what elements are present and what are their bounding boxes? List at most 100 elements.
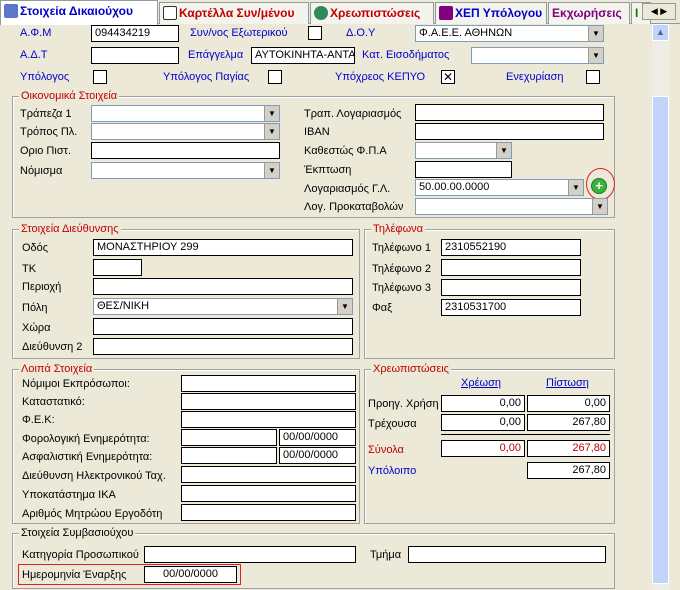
- pistosi-header[interactable]: Πίστωση: [546, 377, 589, 389]
- asfalistiki-date[interactable]: 00/00/0000: [279, 447, 356, 464]
- tab-bar: Στοιχεία Δικαιούχου Καρτέλλα Συν/μένου Χ…: [0, 0, 680, 25]
- afm-field[interactable]: 094434219: [91, 25, 179, 42]
- log-gl-select[interactable]: 50.00.00.0000 ▼: [415, 179, 584, 196]
- perioxi-label: Περιοχή: [22, 281, 62, 293]
- vertical-scrollbar[interactable]: ▲: [652, 24, 669, 590]
- proig-xreosi-value[interactable]: 0,00: [441, 395, 525, 412]
- symvasiouxou-title: Στοιχεία Συμβασιούχου: [19, 527, 136, 539]
- asfalistiki-field[interactable]: [181, 447, 277, 464]
- t2-field[interactable]: [441, 259, 581, 276]
- book-icon: [439, 6, 453, 20]
- t2-label: Τηλέφωνο 2: [372, 263, 431, 275]
- orio-field[interactable]: [91, 142, 280, 159]
- epaggelma-label: Επάγγελμα: [188, 49, 244, 61]
- kat-eisodimatos-select[interactable]: ▼: [471, 47, 604, 64]
- chevron-down-icon[interactable]: ▼: [496, 143, 511, 158]
- poli-select[interactable]: ΘΕΣ/ΝΙΚΗ ▼: [93, 298, 353, 315]
- synola-label: Σύνολα: [368, 444, 404, 456]
- mitroo-field[interactable]: [181, 504, 356, 521]
- ypologos-label: Υπόλογος: [20, 71, 70, 83]
- tab-scroll-buttons[interactable]: ◀ ▶: [642, 3, 676, 20]
- chevron-down-icon[interactable]: ▼: [588, 48, 603, 63]
- kat-eisodimatos-label: Κατ. Εισοδήματος: [362, 49, 450, 61]
- forologiki-label: Φορολογική Ενημερότητα:: [22, 433, 150, 445]
- kepyo-checkbox[interactable]: ✕: [441, 70, 455, 84]
- xora-label: Χώρα: [22, 322, 51, 334]
- email-label: Διεύθυνση Ηλεκτρονικού Ταχ.: [22, 470, 166, 482]
- nomimoi-field[interactable]: [181, 375, 356, 392]
- perioxi-field[interactable]: [93, 278, 353, 295]
- synola-pistosi-value[interactable]: 267,80: [527, 440, 610, 457]
- synola-xreosi-value[interactable]: 0,00: [441, 440, 525, 457]
- trap-log-field[interactable]: [415, 104, 604, 121]
- tmima-field[interactable]: [408, 546, 606, 563]
- log-prok-select[interactable]: ▼: [415, 198, 608, 215]
- enexyriasi-label: Ενεχυρίαση: [506, 71, 564, 83]
- xora-field[interactable]: [93, 318, 353, 335]
- epaggelma-field[interactable]: ΑΥΤΟΚΙΝΗΤΑ-ΑΝΤΑΛΛ: [251, 47, 355, 64]
- people-icon: [4, 4, 18, 18]
- ypologos-checkbox[interactable]: [93, 70, 107, 84]
- t3-field[interactable]: [441, 279, 581, 296]
- afm-label: Α.Φ.Μ: [20, 27, 52, 39]
- fek-field[interactable]: [181, 411, 356, 428]
- enarxi-date-field[interactable]: 00/00/0000: [144, 566, 237, 583]
- kepyo-label: Υπόχρεος ΚΕΠΥΟ: [335, 71, 426, 83]
- log-prok-label: Λογ. Προκαταβολών: [304, 201, 404, 213]
- katastatiko-field[interactable]: [181, 393, 356, 410]
- chevron-down-icon[interactable]: ▼: [264, 124, 279, 139]
- ypoloipo-value[interactable]: 267,80: [527, 462, 610, 479]
- proig-pistosi-value[interactable]: 0,00: [527, 395, 610, 412]
- ypoloipo-label: Υπόλοιπο: [368, 465, 417, 477]
- chevron-down-icon[interactable]: ▼: [592, 199, 607, 214]
- chevron-down-icon[interactable]: ▼: [264, 106, 279, 121]
- t3-label: Τηλέφωνο 3: [372, 282, 431, 294]
- tk-field[interactable]: [93, 259, 142, 276]
- tab-xreopistoseis[interactable]: Χρεωπιστώσεις: [310, 2, 434, 24]
- dieyth2-field[interactable]: [93, 338, 353, 355]
- syn-ext-checkbox[interactable]: [308, 26, 322, 40]
- tab-kartella[interactable]: Καρτέλλα Συν/μένου: [159, 2, 309, 24]
- adt-label: Α.Δ.Τ: [20, 49, 48, 61]
- tmima-label: Τμήμα: [370, 549, 402, 561]
- chevron-down-icon[interactable]: ▼: [337, 299, 352, 314]
- chevron-down-icon[interactable]: ▼: [264, 163, 279, 178]
- xreosi-header[interactable]: Χρέωση: [461, 377, 501, 389]
- trapeza-select[interactable]: ▼: [91, 105, 280, 122]
- fax-field[interactable]: 2310531700: [441, 299, 581, 316]
- fpa-select[interactable]: ▼: [415, 142, 512, 159]
- t1-field[interactable]: 2310552190: [441, 239, 581, 256]
- trexousa-pistosi-value[interactable]: 267,80: [527, 414, 610, 431]
- tilefona-title: Τηλέφωνα: [371, 223, 426, 235]
- email-field[interactable]: [181, 466, 356, 483]
- forologiki-field[interactable]: [181, 429, 277, 446]
- tropos-label: Τρόπος Πλ.: [20, 126, 78, 138]
- divider: [441, 434, 610, 435]
- scroll-up-button[interactable]: ▲: [652, 24, 669, 41]
- trapeza-label: Τράπεζα 1: [20, 108, 72, 120]
- katigoria-field[interactable]: [144, 546, 356, 563]
- forologiki-date[interactable]: 00/00/0000: [279, 429, 356, 446]
- trexousa-xreosi-value[interactable]: 0,00: [441, 414, 525, 431]
- globe-icon: [314, 6, 328, 20]
- tab-xep-ypologou[interactable]: ΧΕΠ Υπόλογου: [435, 2, 547, 24]
- nomisma-select[interactable]: ▼: [91, 162, 280, 179]
- ika-field[interactable]: [181, 485, 356, 502]
- adt-field[interactable]: [91, 47, 179, 64]
- ypologos-pagias-checkbox[interactable]: [268, 70, 282, 84]
- add-account-button[interactable]: +: [591, 178, 607, 194]
- enexyriasi-checkbox[interactable]: [586, 70, 600, 84]
- chevron-down-icon[interactable]: ▼: [588, 26, 603, 41]
- tab-stoixeia-dikaioyxoy[interactable]: Στοιχεία Δικαιούχου: [0, 0, 158, 25]
- chevron-down-icon[interactable]: ▼: [568, 180, 583, 195]
- iban-field[interactable]: [415, 123, 604, 140]
- scrollbar-thumb[interactable]: [652, 96, 669, 584]
- odos-field[interactable]: ΜΟΝΑΣΤΗΡΙΟΥ 299: [93, 239, 353, 256]
- tropos-select[interactable]: ▼: [91, 123, 280, 140]
- ekptosi-label: Έκπτωση: [304, 164, 352, 176]
- trexousa-label: Τρέχουσα: [368, 418, 417, 430]
- ekptosi-field[interactable]: [415, 161, 512, 178]
- tab-ekxoriseis[interactable]: Εκχωρήσεις: [548, 2, 630, 24]
- orio-label: Οριο Πιστ.: [20, 145, 72, 157]
- doy-select[interactable]: Φ.Α.Ε.Ε. ΑΘΗΝΩΝ ▼: [415, 25, 604, 42]
